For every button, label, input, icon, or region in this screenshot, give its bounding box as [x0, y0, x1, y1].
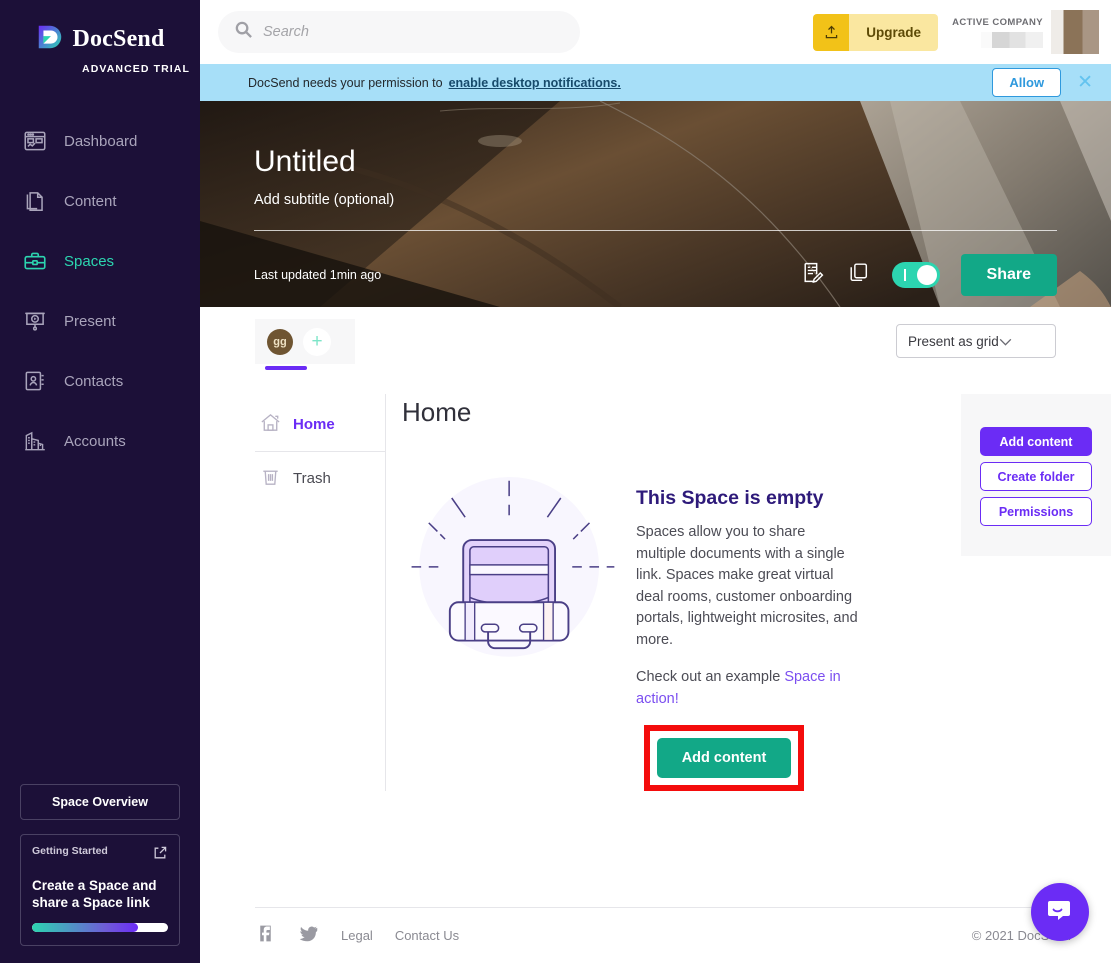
empty-state-body: Spaces allow you to share multiple docum… [636, 524, 858, 648]
contact-book-icon [22, 368, 48, 394]
getting-started-label: Getting Started [32, 845, 108, 857]
brand[interactable]: DocSend ADVANCED TRIAL [0, 0, 200, 75]
footer-link-legal[interactable]: Legal [341, 928, 373, 943]
tab-space-active[interactable]: gg + [255, 319, 355, 370]
allow-button[interactable]: Allow [992, 68, 1062, 97]
topbar: Search Upgrade ACTIVE COMPANY [200, 0, 1111, 64]
notification-text: DocSend needs your permission to [248, 75, 443, 90]
toggle-knob [916, 265, 937, 285]
sidebar-item-label: Present [64, 312, 116, 330]
open-briefcase-illustration [402, 454, 622, 791]
copy-icon[interactable] [846, 260, 871, 290]
present-as-select[interactable]: Present as grid [896, 324, 1056, 358]
sidebar-item-present[interactable]: Present [0, 291, 200, 351]
space-tabs: gg + Present as grid [200, 307, 1111, 370]
footer: Legal Contact Us © 2021 DocSend [255, 907, 1071, 963]
divider [254, 230, 1057, 231]
add-content-button[interactable]: Add content [980, 427, 1092, 456]
sidebar-item-label: Accounts [64, 432, 126, 450]
example-prefix: Check out an example [636, 669, 785, 685]
brand-name: DocSend [72, 26, 165, 52]
space-content: gg + Present as grid Home Trash Home Thi… [200, 307, 1111, 791]
add-tab-button[interactable]: + [303, 327, 331, 356]
present-as-value: Present as grid [908, 333, 999, 349]
space-hero: Untitled Add subtitle (optional) Last up… [200, 101, 1111, 307]
docsend-shield-icon [35, 22, 65, 57]
company-name-redacted [981, 31, 1043, 48]
space-nav-label: Trash [293, 470, 331, 487]
enable-notifications-link[interactable]: enable desktop notifications. [449, 76, 621, 90]
permissions-button[interactable]: Permissions [980, 497, 1092, 526]
upload-icon [813, 13, 850, 51]
search-input[interactable]: Search [218, 11, 580, 53]
sidebar-item-label: Contacts [64, 372, 124, 390]
close-icon[interactable]: ✕ [1077, 73, 1093, 92]
trash-icon [259, 465, 282, 492]
notification-banner: DocSend needs your permission to enable … [200, 64, 1111, 101]
space-main-pane: Home This Space is empty Spaces allow yo… [386, 394, 1111, 791]
presentation-icon [22, 308, 48, 334]
space-overview-button[interactable]: Space Overview [20, 784, 180, 820]
sidebar-item-accounts[interactable]: Accounts [0, 411, 200, 471]
sidebar-item-contacts[interactable]: Contacts [0, 351, 200, 411]
sidebar-bottom: Space Overview Getting Started Create a … [20, 784, 180, 946]
toggle-line [903, 269, 906, 281]
footer-link-contact-us[interactable]: Contact Us [395, 928, 459, 943]
content-panes: Home Trash Home This Space is empty Spac… [200, 394, 1111, 791]
edit-form-icon[interactable] [800, 260, 825, 290]
sidebar-item-dashboard[interactable]: Dashboard [0, 111, 200, 171]
buildings-icon [22, 428, 48, 454]
intercom-chat-button[interactable] [1031, 883, 1089, 941]
tab-avatar[interactable]: gg [267, 328, 293, 355]
sidebar-item-label: Spaces [64, 252, 115, 270]
space-nav-home[interactable]: Home [255, 398, 385, 451]
last-updated-text: Last updated 1min ago [254, 268, 382, 282]
avatar [1051, 10, 1099, 54]
add-content-cta-button[interactable]: Add content [657, 738, 791, 778]
space-nav-trash[interactable]: Trash [255, 452, 385, 505]
highlight-annotation: Add content [644, 725, 804, 791]
chat-bubble-icon [1045, 895, 1075, 930]
sidebar-item-label: Dashboard [64, 132, 138, 150]
chevron-down-icon [999, 334, 1012, 349]
dashboard-icon [22, 128, 48, 154]
sidebar-item-content[interactable]: Content [0, 171, 200, 231]
space-nav-label: Home [293, 416, 335, 433]
documents-icon [22, 188, 48, 214]
upgrade-label: Upgrade [849, 13, 939, 51]
home-icon [259, 411, 282, 438]
search-placeholder: Search [263, 24, 309, 40]
active-company-switcher[interactable]: ACTIVE COMPANY [952, 10, 1099, 54]
app-root: DocSend ADVANCED TRIAL Dashboard Content… [0, 0, 1111, 963]
getting-started-title: Create a Space and share a Space link [32, 878, 157, 910]
empty-state-body-2: Check out an example Space in action! [636, 667, 858, 710]
external-link-icon[interactable] [152, 845, 168, 866]
empty-state-heading: This Space is empty [636, 487, 824, 509]
active-company-label: ACTIVE COMPANY [952, 16, 1043, 28]
getting-started-progress [32, 923, 168, 932]
space-subtitle[interactable]: Add subtitle (optional) [254, 192, 1057, 208]
sidebar-item-spaces[interactable]: Spaces [0, 231, 200, 291]
share-button[interactable]: Share [960, 254, 1057, 296]
main-area: Search Upgrade ACTIVE COMPANY DocSend ne… [200, 0, 1111, 963]
primary-nav: Dashboard Content Spaces Present Contact… [0, 111, 200, 471]
briefcase-icon [22, 248, 48, 274]
getting-started-card[interactable]: Getting Started Create a Space and share… [20, 834, 180, 946]
empty-state-text: This Space is empty Spaces allow you to … [636, 454, 858, 791]
create-folder-button[interactable]: Create folder [980, 462, 1092, 491]
sidebar-item-label: Content [64, 192, 117, 210]
search-icon [234, 20, 253, 44]
sidebar: DocSend ADVANCED TRIAL Dashboard Content… [0, 0, 200, 963]
twitter-icon[interactable] [298, 923, 341, 949]
upgrade-button[interactable]: Upgrade [813, 13, 939, 51]
visibility-toggle[interactable] [891, 262, 940, 288]
progress-fill [32, 923, 139, 932]
facebook-icon[interactable] [255, 923, 298, 949]
topbar-right: Upgrade ACTIVE COMPANY [813, 10, 1099, 54]
brand-plan: ADVANCED TRIAL [82, 63, 190, 75]
space-sidebar: Home Trash [255, 394, 386, 791]
space-actions-panel: Add content Create folder Permissions [961, 394, 1111, 556]
space-title[interactable]: Untitled [254, 145, 1057, 179]
active-tab-indicator [265, 366, 307, 370]
